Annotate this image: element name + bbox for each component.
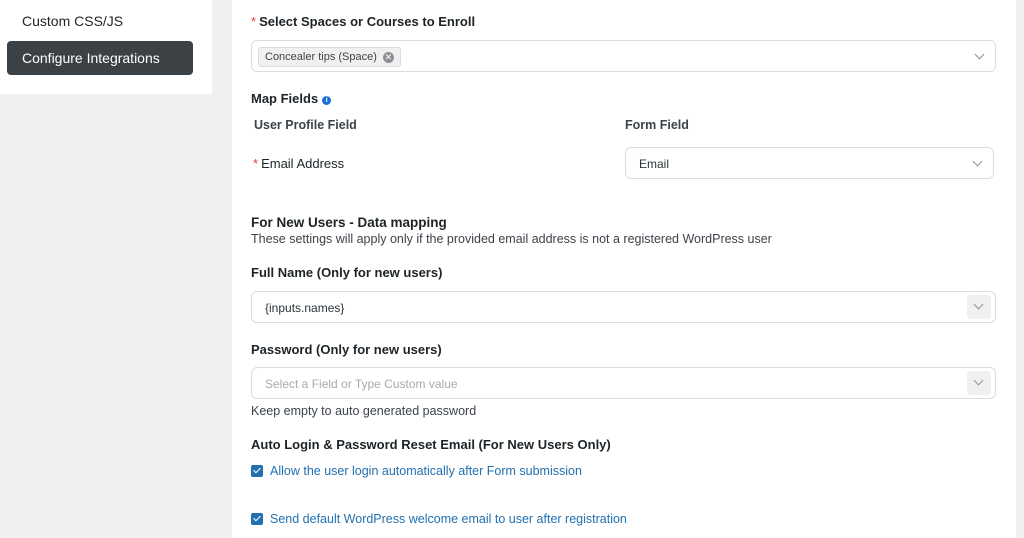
full-name-label: Full Name (Only for new users) [251, 265, 443, 280]
new-users-description: These settings will apply only if the pr… [251, 232, 772, 246]
chevron-down-icon [973, 375, 984, 386]
enroll-label: * Select Spaces or Courses to Enroll [251, 14, 476, 29]
sidebar-item-label: Configure Integrations [22, 50, 160, 66]
welcome-email-option-label: Send default WordPress welcome email to … [270, 512, 627, 526]
welcome-email-checkbox[interactable] [251, 513, 263, 525]
selected-space-tag-label: Concealer tips (Space) [265, 51, 377, 63]
sidebar-item-custom-css-js[interactable]: Custom CSS/JS [7, 4, 193, 38]
sidebar-item-configure-integrations[interactable]: Configure Integrations [7, 41, 193, 75]
sidebar: Custom CSS/JS Configure Integrations [0, 0, 212, 94]
password-label: Password (Only for new users) [251, 342, 442, 357]
remove-tag-icon[interactable]: ✕ [382, 51, 394, 63]
info-icon[interactable]: i [322, 96, 332, 105]
sidebar-item-label: Custom CSS/JS [22, 13, 124, 29]
auto-login-checkbox[interactable] [251, 465, 263, 477]
integration-settings-panel: * Select Spaces or Courses to Enroll Conc… [232, 0, 1016, 538]
email-form-field-select[interactable]: Email [625, 147, 994, 179]
auto-login-heading: Auto Login & Password Reset Email (For N… [251, 437, 611, 452]
column-header-user-profile: User Profile Field [254, 118, 357, 132]
new-users-heading: For New Users - Data mapping [251, 215, 447, 230]
selected-space-tag: Concealer tips (Space) ✕ [258, 47, 401, 67]
auto-login-option[interactable]: Allow the user login automatically after… [251, 463, 851, 479]
email-address-label: * Email Address [253, 156, 345, 171]
password-help-text: Keep empty to auto generated password [251, 404, 477, 418]
chevron-down-icon [974, 49, 985, 60]
chevron-down-icon [973, 299, 984, 310]
full-name-input[interactable]: {inputs.names} [251, 291, 996, 323]
full-name-dropdown-button[interactable] [967, 295, 991, 319]
enroll-multiselect[interactable]: Concealer tips (Space) ✕ [251, 40, 996, 72]
password-placeholder: Select a Field or Type Custom value [265, 377, 458, 391]
password-input[interactable]: Select a Field or Type Custom value [251, 367, 996, 399]
password-dropdown-button[interactable] [967, 371, 991, 395]
full-name-value: {inputs.names} [265, 301, 345, 315]
chevron-down-icon [972, 156, 983, 167]
email-form-field-value: Email [639, 157, 670, 171]
required-marker: * [251, 14, 257, 29]
auto-login-option-label: Allow the user login automatically after… [270, 464, 582, 478]
column-header-form-field: Form Field [625, 118, 689, 132]
map-fields-title: Map Fields i [251, 91, 332, 106]
required-marker: * [253, 156, 259, 171]
welcome-email-option[interactable]: Send default WordPress welcome email to … [251, 511, 851, 527]
